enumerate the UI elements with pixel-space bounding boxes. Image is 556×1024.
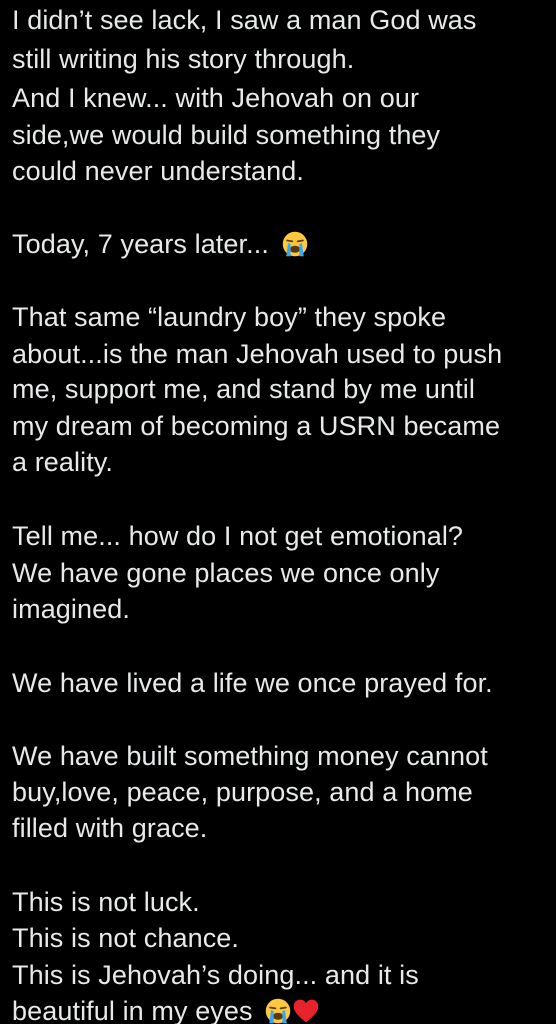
loudly-crying-face-icon xyxy=(265,998,291,1024)
post-text-line: And I knew... with Jehovah on our xyxy=(12,83,420,113)
post-text-line: still writing his story through. xyxy=(12,44,355,74)
post-text-line-with-emoji: Today, 7 years later... xyxy=(12,226,309,262)
post-text-line: We have gone places we once only xyxy=(12,558,440,588)
post-text-line: me, support me, and stand by me until xyxy=(12,374,475,404)
post-text: beautiful in my eyes xyxy=(12,996,253,1024)
post-text-line: my dream of becoming a USRN became xyxy=(12,411,501,441)
post-text-line: We have built something money cannot xyxy=(12,741,488,771)
post-body: I didn’t see lack, I saw a man God was s… xyxy=(0,0,556,1024)
post-text-line-with-emoji: beautiful in my eyes xyxy=(12,993,320,1024)
post-text-line: This is not chance. xyxy=(12,923,240,953)
post-text-line: We have lived a life we once prayed for. xyxy=(12,668,493,698)
post-text-line: imagined. xyxy=(12,594,130,624)
loudly-crying-face-icon xyxy=(282,231,307,257)
post-text-line: about...is the man Jehovah used to push xyxy=(12,339,503,369)
post-text-line: Tell me... how do I not get emotional? xyxy=(12,521,464,551)
post-text-line: filled with grace. xyxy=(12,813,208,843)
post-text: Today, 7 years later... xyxy=(12,229,269,259)
post-text-line: side,we would build something they xyxy=(12,120,441,150)
post-text-line: I didn’t see lack, I saw a man God was xyxy=(12,5,477,35)
post-text-line: could never understand. xyxy=(12,156,304,186)
post-text-line: This is not luck. xyxy=(12,887,200,917)
post-text-line: This is Jehovah’s doing... and it is xyxy=(12,960,419,990)
post-text-line: buy,love, peace, purpose, and a home xyxy=(12,777,473,807)
post-text-line: a reality. xyxy=(12,447,114,477)
red-heart-icon xyxy=(293,999,319,1023)
post-text-line: That same “laundry boy” they spoke xyxy=(12,302,447,332)
